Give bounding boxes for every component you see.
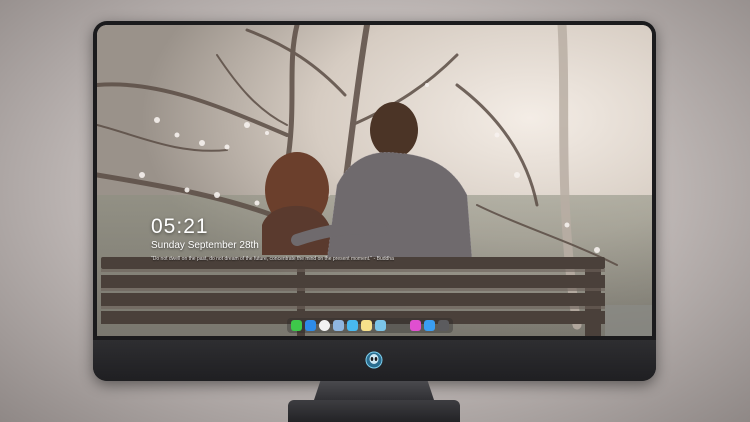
wallpaper-photo <box>97 25 652 336</box>
clock-icon[interactable] <box>319 320 330 331</box>
lock-screen-clock: 05:21 <box>151 215 209 238</box>
monitor-stand-base <box>288 400 460 422</box>
camera-icon[interactable] <box>438 320 449 331</box>
messages-icon[interactable] <box>291 320 302 331</box>
monitor-chin <box>93 340 656 381</box>
dock-spacer <box>389 320 407 331</box>
desktop-screen: 05:21 Sunday September 28th "Do not dwel… <box>97 25 652 336</box>
photos-icon[interactable] <box>375 320 386 331</box>
imac-monitor: 05:21 Sunday September 28th "Do not dwel… <box>93 21 656 381</box>
dock <box>287 318 453 333</box>
app-store-icon[interactable] <box>424 320 435 331</box>
alien-logo-icon <box>365 351 383 369</box>
finder-icon[interactable] <box>305 320 316 331</box>
preview-icon[interactable] <box>333 320 344 331</box>
notes-icon[interactable] <box>361 320 372 331</box>
lock-screen-date: Sunday September 28th <box>151 240 259 251</box>
claquette-icon[interactable] <box>347 320 358 331</box>
lock-screen-quote: "Do not dwell on the past, do not dream … <box>151 256 394 262</box>
itunes-icon[interactable] <box>410 320 421 331</box>
